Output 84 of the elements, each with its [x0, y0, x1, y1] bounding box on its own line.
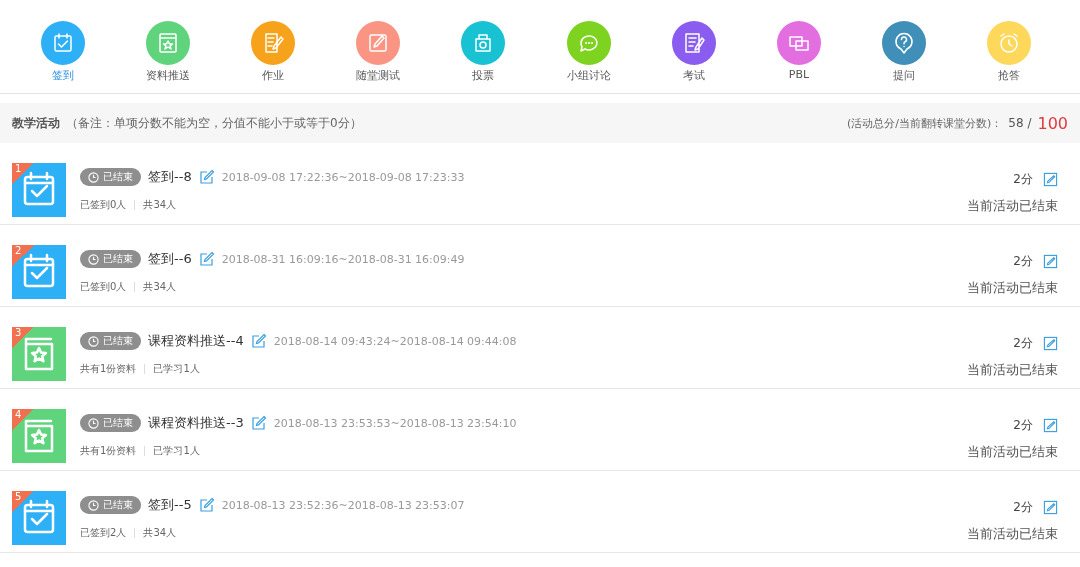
time-range: 2018-08-13 23:52:36~2018-08-13 23:53:07: [221, 498, 465, 512]
stat-text: 共34人: [143, 198, 177, 212]
stat-text: 共34人: [143, 280, 177, 294]
clock-icon: [88, 335, 99, 347]
index-badge: 1: [12, 163, 34, 185]
time-range: 2018-09-08 17:22:36~2018-09-08 17:23:33: [221, 170, 465, 184]
status-text: 已结束: [103, 170, 133, 184]
book-star-icon: [24, 419, 54, 453]
edit-icon[interactable]: [198, 497, 215, 513]
activity-state: 当前活动已结束: [967, 279, 1058, 297]
edit-icon[interactable]: [1043, 254, 1058, 269]
stat-text: 共34人: [143, 526, 177, 540]
clock-icon: [88, 417, 99, 429]
tool-label[interactable]: 投票: [472, 68, 495, 83]
edit-icon[interactable]: [1043, 500, 1058, 515]
index-badge: 2: [12, 245, 34, 267]
activity-title: 课程资料推送--3: [148, 414, 244, 432]
section-title: 教学活动: [12, 114, 60, 132]
status-text: 已结束: [103, 252, 133, 266]
edit-icon[interactable]: [250, 333, 267, 349]
score-total: 100: [1037, 113, 1068, 133]
activity-state: 当前活动已结束: [967, 525, 1058, 543]
question-bubble-icon[interactable]: [882, 21, 927, 65]
tool-label[interactable]: 抢答: [998, 68, 1021, 83]
activity-state: 当前活动已结束: [967, 443, 1058, 461]
clock-icon: [88, 499, 99, 511]
clock-icon: [88, 171, 99, 183]
score-value: 58 /: [1008, 116, 1032, 130]
stat-text: 已学习1人: [153, 362, 200, 376]
calendar-check-icon: [23, 253, 55, 288]
activity-score: 2分: [1013, 417, 1033, 434]
stat-text: 已签到0人: [80, 280, 127, 294]
activity-score: 2分: [1013, 253, 1033, 270]
edit-icon[interactable]: [356, 21, 401, 65]
stat-text: 已学习1人: [153, 444, 200, 458]
edit-icon[interactable]: [1043, 172, 1058, 187]
tool-label[interactable]: 提问: [893, 68, 916, 83]
time-range: 2018-08-31 16:09:16~2018-08-31 16:09:49: [221, 252, 465, 266]
book-star-icon: [24, 337, 54, 371]
notepad-pen-icon[interactable]: [250, 21, 295, 65]
edit-icon[interactable]: [250, 415, 267, 431]
status-text: 已结束: [103, 498, 133, 512]
activity-title: 课程资料推送--4: [148, 332, 244, 350]
activity-state: 当前活动已结束: [967, 361, 1058, 379]
activity-score: 2分: [1013, 499, 1033, 516]
calendar-check-icon[interactable]: [40, 21, 85, 65]
stat-text: 已签到0人: [80, 198, 127, 212]
linked-squares-icon[interactable]: [776, 21, 821, 65]
status-text: 已结束: [103, 416, 133, 430]
time-range: 2018-08-14 09:43:24~2018-08-14 09:44:08: [273, 334, 517, 348]
edit-icon[interactable]: [198, 251, 215, 267]
tool-label[interactable]: 签到: [51, 68, 74, 83]
activity-title: 签到--5: [148, 496, 192, 514]
activity-state: 当前活动已结束: [967, 197, 1058, 215]
tool-label[interactable]: 考试: [682, 68, 705, 83]
time-range: 2018-08-13 23:53:53~2018-08-13 23:54:10: [273, 416, 517, 430]
tool-label[interactable]: 小组讨论: [566, 68, 611, 83]
activity-title: 签到--6: [148, 250, 192, 268]
edit-icon[interactable]: [1043, 418, 1058, 433]
activity-score: 2分: [1013, 171, 1033, 188]
status-text: 已结束: [103, 334, 133, 348]
calendar-check-icon: [23, 499, 55, 534]
document-pen-icon[interactable]: [671, 21, 716, 65]
stat-text: 已签到2人: [80, 526, 127, 540]
tool-label[interactable]: 作业: [261, 68, 284, 83]
index-badge: 4: [12, 409, 34, 431]
tool-label[interactable]: 资料推送: [145, 68, 190, 83]
edit-icon[interactable]: [1043, 336, 1058, 351]
ballot-box-icon[interactable]: [461, 21, 506, 65]
activity-score: 2分: [1013, 335, 1033, 352]
stat-text: 共有1份资料: [80, 362, 137, 376]
edit-icon[interactable]: [198, 169, 215, 185]
clock-icon: [88, 253, 99, 265]
calendar-check-icon: [23, 171, 55, 206]
alarm-clock-icon[interactable]: [987, 21, 1032, 65]
score-label: (活动总分/当前翻转课堂分数)：: [847, 115, 1003, 131]
tool-label[interactable]: 随堂测试: [356, 68, 401, 83]
tool-label[interactable]: PBL: [788, 68, 810, 81]
section-note: （备注：单项分数不能为空，分值不能小于或等于0分）: [66, 114, 362, 132]
index-badge: 3: [12, 327, 34, 349]
index-badge: 5: [12, 491, 34, 513]
chat-bubble-icon[interactable]: [566, 21, 611, 65]
stat-text: 共有1份资料: [80, 444, 137, 458]
activity-title: 签到--8: [148, 168, 192, 186]
